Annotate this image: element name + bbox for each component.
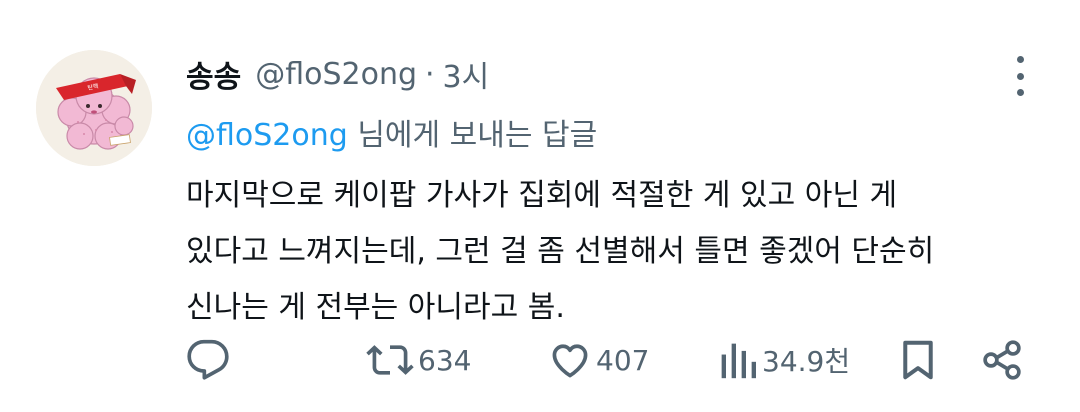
more-dot [1016, 72, 1024, 80]
separator-dot: · [425, 56, 435, 92]
bookmark-icon [903, 340, 933, 380]
views-icon [721, 343, 756, 379]
tweet-text-line: 마지막으로 케이팝 가사가 집회에 적절한 게 있고 아닌 게 [186, 178, 898, 213]
avatar[interactable]: 탄핵 [36, 50, 152, 166]
timestamp[interactable]: 3시 [443, 52, 490, 96]
views-button[interactable]: 34.9천 [718, 334, 850, 386]
reply-mention-link[interactable]: @floS2ong [186, 118, 348, 153]
retweet-count: 634 [418, 343, 472, 377]
tweet-text-line: 있다고 느껴지는데, 그런 걸 좀 선별해서 틀면 좋겠어 단순히 [186, 234, 935, 269]
action-bar: 634 407 34.9천 [186, 334, 1036, 386]
more-options-icon[interactable] [1006, 56, 1034, 96]
retweet-button[interactable]: 634 [366, 334, 471, 386]
reply-icon [187, 339, 229, 380]
share-icon [983, 340, 1021, 380]
heart-icon [552, 344, 588, 378]
user-handle[interactable]: @floS2ong [255, 57, 417, 92]
like-button[interactable]: 407 [548, 334, 649, 386]
views-count: 34.9천 [762, 345, 851, 378]
reply-context-text: 님에게 보내는 답글 [347, 118, 598, 153]
reply-button[interactable] [186, 334, 230, 386]
tweet-header: 송송 @floS2ong · 3시 [186, 52, 489, 96]
more-dot [1016, 56, 1024, 63]
tweet-text: 마지막으로 케이팝 가사가 집회에 적절한 게 있고 아닌 게 있다고 느껴지는… [186, 168, 1046, 336]
share-button[interactable] [980, 334, 1024, 386]
avatar-image: 탄핵 [36, 50, 152, 166]
retweet-icon [366, 345, 414, 375]
reply-context: @floS2ong 님에게 보내는 답글 [186, 110, 597, 154]
like-count: 407 [596, 343, 650, 377]
display-name[interactable]: 송송 [186, 52, 241, 96]
tweet[interactable]: 탄핵 송송 @floS2ong · 3시 @floS2ong 님에게 보내는 답… [0, 0, 1080, 412]
bookmark-button[interactable] [898, 334, 938, 386]
more-dot [1016, 89, 1024, 96]
tweet-text-line: 신나는 게 전부는 아니라고 봄. [186, 290, 565, 325]
